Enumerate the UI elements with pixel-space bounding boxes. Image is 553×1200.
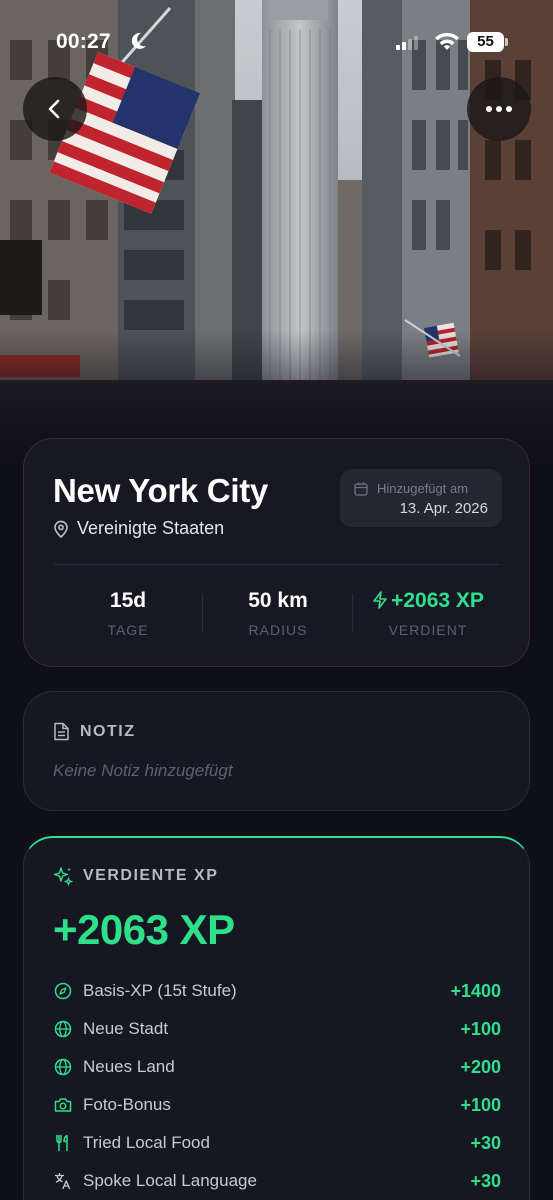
moon-icon bbox=[131, 32, 146, 49]
sparkles-icon bbox=[53, 867, 73, 886]
note-header: NOTIZ bbox=[53, 722, 136, 741]
xp-title: VERDIENTE XP bbox=[83, 867, 219, 884]
xp-item: Foto-Bonus +100 bbox=[53, 1092, 501, 1118]
xp-item-label: Tried Local Food bbox=[83, 1133, 210, 1152]
xp-item-value: +200 bbox=[460, 1056, 501, 1077]
globe-icon bbox=[53, 1019, 73, 1039]
stat-days: 15d TAGE bbox=[53, 589, 203, 638]
xp-total: +2063 XP bbox=[53, 906, 235, 953]
xp-item-value: +1400 bbox=[450, 980, 501, 1001]
added-label: Hinzugefügt am bbox=[377, 481, 469, 496]
xp-item: Tried Local Food +30 bbox=[53, 1130, 501, 1156]
stat-radius: 50 km RADIUS bbox=[203, 589, 353, 638]
xp-item-value: +100 bbox=[460, 1018, 501, 1039]
lightning-icon bbox=[373, 591, 387, 609]
xp-item: Spoke Local Language +30 bbox=[53, 1168, 501, 1194]
status-time: 00:27 bbox=[56, 30, 111, 53]
stat-xp-value: +2063 XP bbox=[391, 589, 484, 612]
xp-item-label: Neues Land bbox=[83, 1057, 175, 1076]
stat-xp-label: VERDIENT bbox=[388, 622, 468, 638]
stat-days-label: TAGE bbox=[107, 622, 149, 638]
xp-item: Neues Land +200 bbox=[53, 1054, 501, 1080]
map-pin-icon bbox=[54, 520, 68, 538]
card-divider bbox=[54, 564, 499, 565]
stat-radius-label: RADIUS bbox=[248, 622, 308, 638]
city-summary-card: New York City Vereinigte Staaten Hinzuge… bbox=[23, 438, 530, 667]
calendar-icon bbox=[354, 482, 368, 496]
status-bar: 00:27 55 bbox=[0, 0, 553, 86]
stat-xp-value-row: +2063 XP bbox=[353, 589, 503, 613]
xp-item: Neue Stadt +100 bbox=[53, 1016, 501, 1042]
xp-item-value: +30 bbox=[470, 1170, 501, 1191]
xp-item-value: +30 bbox=[470, 1132, 501, 1153]
added-date-box: Hinzugefügt am 13. Apr. 2026 bbox=[340, 469, 502, 527]
note-title: NOTIZ bbox=[80, 722, 136, 740]
xp-item-label: Basis-XP (15t Stufe) bbox=[83, 981, 237, 1000]
xp-item-label: Spoke Local Language bbox=[83, 1171, 257, 1190]
xp-item-label: Neue Stadt bbox=[83, 1019, 169, 1038]
back-button[interactable] bbox=[23, 77, 87, 141]
added-date: 13. Apr. 2026 bbox=[399, 500, 488, 517]
earned-xp-card: VERDIENTE XP +2063 XP Basis-XP (15t Stuf… bbox=[23, 836, 530, 1200]
stat-days-value: 15d bbox=[109, 589, 147, 612]
compass-icon bbox=[53, 981, 73, 1001]
signal-icon bbox=[396, 36, 418, 50]
battery-indicator: 55 bbox=[467, 32, 504, 52]
xp-item-value: +100 bbox=[460, 1094, 501, 1115]
note-card[interactable]: NOTIZ Keine Notiz hinzugefügt bbox=[23, 691, 530, 811]
more-dots-icon bbox=[486, 106, 512, 112]
country-name: Vereinigte Staaten bbox=[77, 518, 225, 538]
chevron-left-icon bbox=[48, 99, 60, 119]
more-options-button[interactable] bbox=[467, 77, 531, 141]
utensils-icon bbox=[53, 1133, 73, 1153]
battery-tip bbox=[505, 38, 508, 46]
xp-item: Basis-XP (15t Stufe) +1400 bbox=[53, 978, 501, 1004]
stat-xp: +2063 XP VERDIENT bbox=[353, 589, 503, 638]
document-icon bbox=[54, 722, 69, 741]
city-name: New York City bbox=[53, 472, 268, 509]
camera-icon bbox=[53, 1095, 73, 1115]
note-empty-text: Keine Notiz hinzugefügt bbox=[53, 761, 233, 780]
globe-icon bbox=[53, 1057, 73, 1077]
wifi-icon bbox=[435, 32, 459, 50]
xp-header: VERDIENTE XP bbox=[53, 866, 218, 886]
stat-radius-value: 50 km bbox=[248, 589, 308, 612]
xp-item-label: Foto-Bonus bbox=[83, 1095, 171, 1114]
country-row: Vereinigte Staaten bbox=[53, 518, 224, 539]
translate-icon bbox=[53, 1171, 73, 1191]
